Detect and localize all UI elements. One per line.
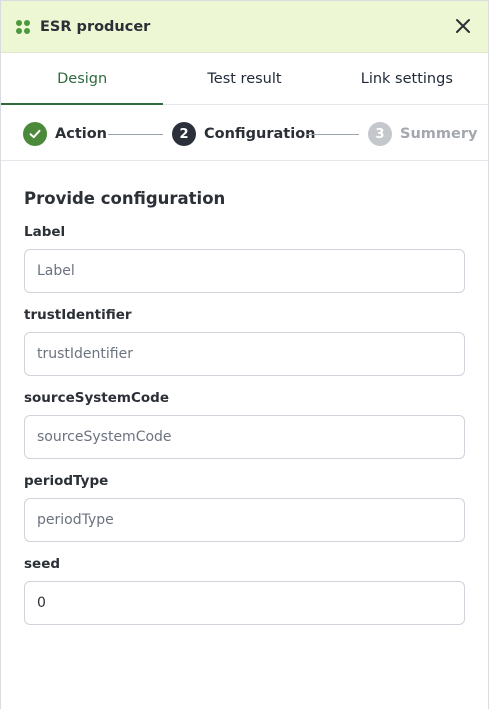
field-label-text: sourceSystemCode	[24, 390, 169, 406]
tab-design[interactable]: Design	[1, 53, 164, 105]
step-label: Summery	[400, 126, 478, 142]
tab-link-settings[interactable]: Link settings	[326, 53, 488, 104]
step-connector	[108, 134, 163, 135]
check-icon	[23, 122, 47, 146]
tab-bar: Design Test result Link settings	[1, 53, 488, 105]
step-label: Action	[55, 126, 108, 142]
label-input[interactable]	[24, 249, 465, 293]
close-icon[interactable]	[454, 17, 472, 35]
step-label: Configuration	[204, 126, 316, 142]
step-number: 3	[368, 122, 392, 146]
config-form: Provide configuration Label trustIdentif…	[24, 161, 465, 625]
source-system-code-input[interactable]	[24, 415, 465, 459]
field-period-type: periodType	[24, 472, 465, 542]
panel-header: ESR producer	[1, 1, 488, 53]
trust-identifier-input[interactable]	[24, 332, 465, 376]
field-trust-identifier: trustIdentifier	[24, 306, 465, 376]
field-label-text: Label	[24, 224, 66, 240]
field-label: Label	[24, 223, 465, 293]
field-source-system-code: sourceSystemCode	[24, 389, 465, 459]
step-configuration[interactable]: 2 Configuration	[172, 122, 316, 146]
grid-dots-icon	[16, 19, 30, 34]
field-label-text: seed	[24, 556, 61, 572]
field-label-text: periodType	[24, 473, 109, 489]
field-label-text: trustIdentifier	[24, 307, 132, 323]
esr-producer-panel: ESR producer Design Test result Link set…	[0, 0, 489, 709]
step-number: 2	[172, 122, 196, 146]
step-summery[interactable]: 3 Summery	[368, 122, 477, 146]
panel-title: ESR producer	[40, 18, 151, 35]
seed-input[interactable]	[24, 581, 465, 625]
step-action[interactable]: Action	[23, 122, 107, 146]
stepper: Action 2 Configuration 3 Summery	[1, 105, 488, 161]
step-connector	[306, 134, 359, 135]
tab-test-result[interactable]: Test result	[163, 53, 325, 104]
form-title: Provide configuration	[24, 189, 226, 208]
field-seed: seed	[24, 555, 465, 625]
period-type-input[interactable]	[24, 498, 465, 542]
